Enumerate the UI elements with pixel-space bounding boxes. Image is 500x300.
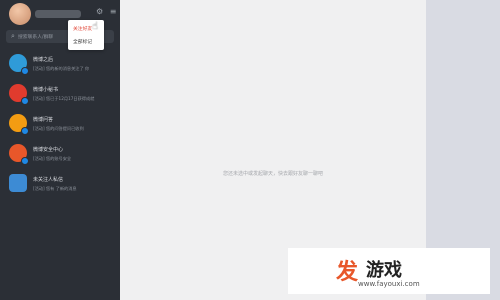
watermark-logo: 发	[336, 260, 359, 285]
list-item[interactable]: 微博小秘书 [活动] 您已于12月17日获得成就	[0, 80, 120, 110]
conversation-snippet: [活动] 您的新的消息关注了 你	[33, 66, 90, 71]
username-blurred	[35, 10, 81, 18]
list-item[interactable]: 未关注人私信 [活动] 您有 了新的消息	[0, 170, 120, 200]
badge-icon	[21, 127, 29, 135]
menu-item-mark-all[interactable]: 全部标记	[73, 38, 92, 45]
conversation-snippet: [活动] 您的问答提问已收到	[33, 126, 84, 131]
list-item[interactable]: 微博问答 [活动] 您的问答提问已收到	[0, 110, 120, 140]
conversation-snippet: [活动] 您已于12月17日获得成就	[33, 96, 95, 101]
settings-menu-icons[interactable]: ⚙ ≡	[96, 7, 118, 16]
dropdown-menu: 关注好友 全部标记	[68, 20, 104, 50]
list-item[interactable]: 微博之后 [活动] 您的新的消息关注了 你	[0, 50, 120, 80]
badge-icon	[21, 67, 29, 75]
empty-state-text: 您还未选中或发起聊天，快去跟好友聊一聊吧	[222, 171, 323, 177]
badge-icon	[21, 97, 29, 105]
conversation-title: 微博安全中心	[33, 147, 64, 153]
app-window: ⚙ ≡ ⌕ 搜索联系人/群聊 微博之后 [活动] 您的新的消息关注了 你 微博小…	[0, 0, 500, 300]
search-icon: ⌕	[11, 32, 15, 40]
watermark-url: www.fayouxi.com	[358, 280, 420, 288]
sidebar: ⚙ ≡ ⌕ 搜索联系人/群聊 微博之后 [活动] 您的新的消息关注了 你 微博小…	[0, 0, 120, 300]
conversation-title: 微博小秘书	[33, 87, 59, 93]
badge-icon	[21, 157, 29, 165]
conversation-title: 未关注人私信	[33, 177, 64, 183]
watermark: 发 游戏 www.fayouxi.com	[288, 248, 490, 294]
conversation-snippet: [活动] 您有 了新的消息	[33, 186, 77, 191]
menu-item-follow[interactable]: 关注好友	[73, 25, 92, 32]
conversation-title: 微博之后	[33, 57, 54, 63]
list-item[interactable]: 微博安全中心 [活动] 您的账号安全	[0, 140, 120, 170]
hand-cursor-icon: ☝	[92, 21, 99, 32]
conversation-title: 微博问答	[33, 117, 54, 123]
mail-icon	[9, 174, 27, 192]
search-placeholder: 搜索联系人/群聊	[18, 35, 54, 40]
watermark-title: 游戏	[366, 260, 402, 281]
avatar[interactable]	[9, 3, 31, 25]
conversation-snippet: [活动] 您的账号安全	[33, 156, 72, 161]
